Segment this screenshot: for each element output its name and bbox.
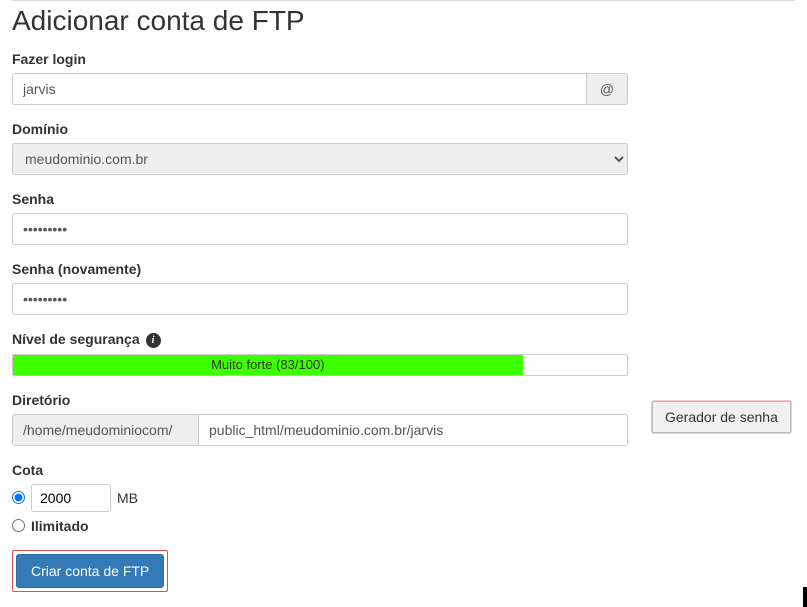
info-icon[interactable]: i — [146, 333, 161, 348]
at-suffix: @ — [587, 73, 628, 105]
strength-bar: Muito forte (83/100) — [12, 354, 628, 376]
submit-highlight: Criar conta de FTP — [12, 550, 168, 592]
domain-select[interactable]: meudominio.com.br — [12, 143, 628, 175]
create-ftp-button[interactable]: Criar conta de FTP — [16, 554, 164, 588]
ftp-form: Fazer login @ Domínio meudominio.com.br … — [12, 51, 628, 592]
directory-prefix: /home/meudominiocom/ — [12, 414, 198, 446]
quota-unit: MB — [117, 490, 138, 506]
quota-unlimited-label: Ilimitado — [31, 518, 89, 534]
quota-unlimited-radio[interactable] — [12, 519, 25, 532]
login-input[interactable] — [12, 73, 587, 105]
quota-input[interactable] — [31, 484, 111, 512]
domain-label: Domínio — [12, 121, 628, 137]
login-label: Fazer login — [12, 51, 628, 67]
password-confirm-input[interactable] — [12, 283, 628, 315]
directory-label: Diretório — [12, 392, 628, 408]
password-input[interactable] — [12, 213, 628, 245]
password-label: Senha — [12, 191, 628, 207]
quota-limited-radio[interactable] — [12, 491, 25, 504]
password-generator-button[interactable]: Gerador de senha — [652, 401, 791, 433]
quota-label: Cota — [12, 462, 628, 478]
text-cursor — [803, 587, 807, 607]
page-title: Adicionar conta de FTP — [12, 0, 795, 37]
strength-label: Nível de segurança i — [12, 331, 628, 348]
directory-input[interactable] — [198, 414, 628, 446]
password-confirm-label: Senha (novamente) — [12, 261, 628, 277]
strength-fill: Muito forte (83/100) — [13, 355, 523, 375]
